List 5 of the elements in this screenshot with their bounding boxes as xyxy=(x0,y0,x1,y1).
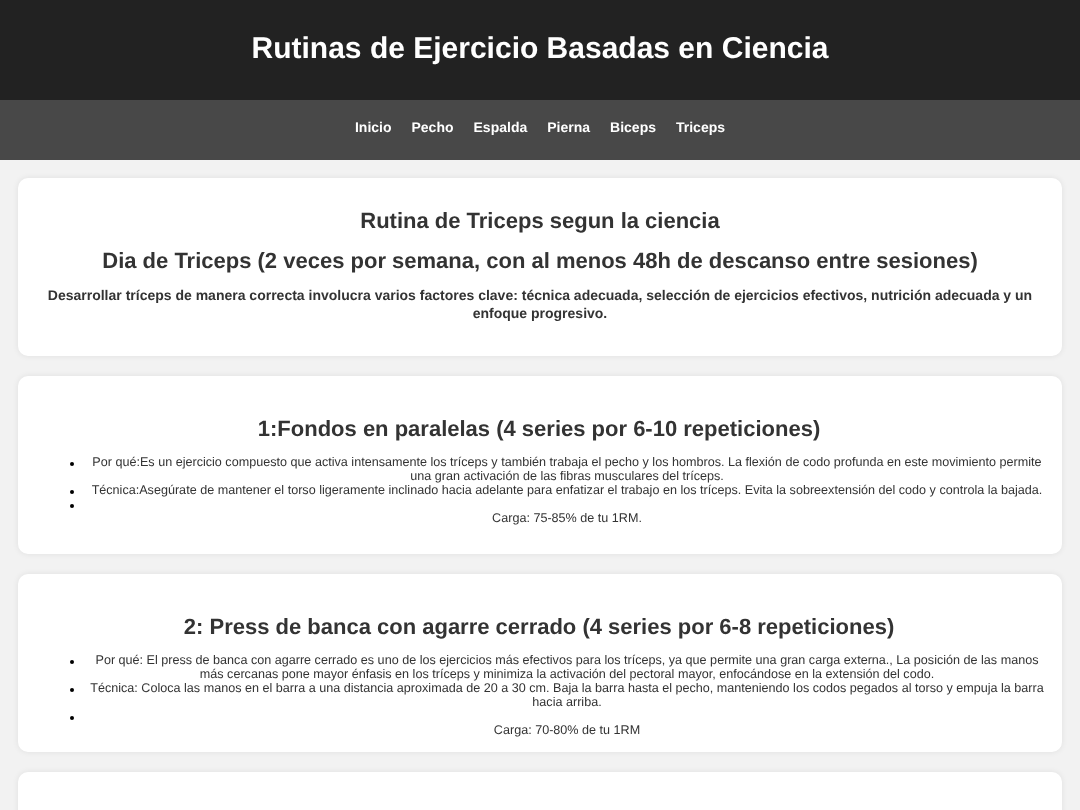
page-title: Rutinas de Ejercicio Basadas en Ciencia xyxy=(251,29,829,70)
intro-subtitle: Dia de Triceps (2 veces por semana, con al menos 48h de descanso entre sesiones) xyxy=(102,248,978,276)
intro-title: Rutina de Triceps segun la ciencia xyxy=(360,208,720,236)
exercise-title: 2: Press de banca con agarre cerrado (4 series por 6-8 repeticiones) xyxy=(183,614,895,642)
exercise-title: 1:Fondos en paralelas (4 series por 6-10 repeticiones) xyxy=(257,416,821,444)
